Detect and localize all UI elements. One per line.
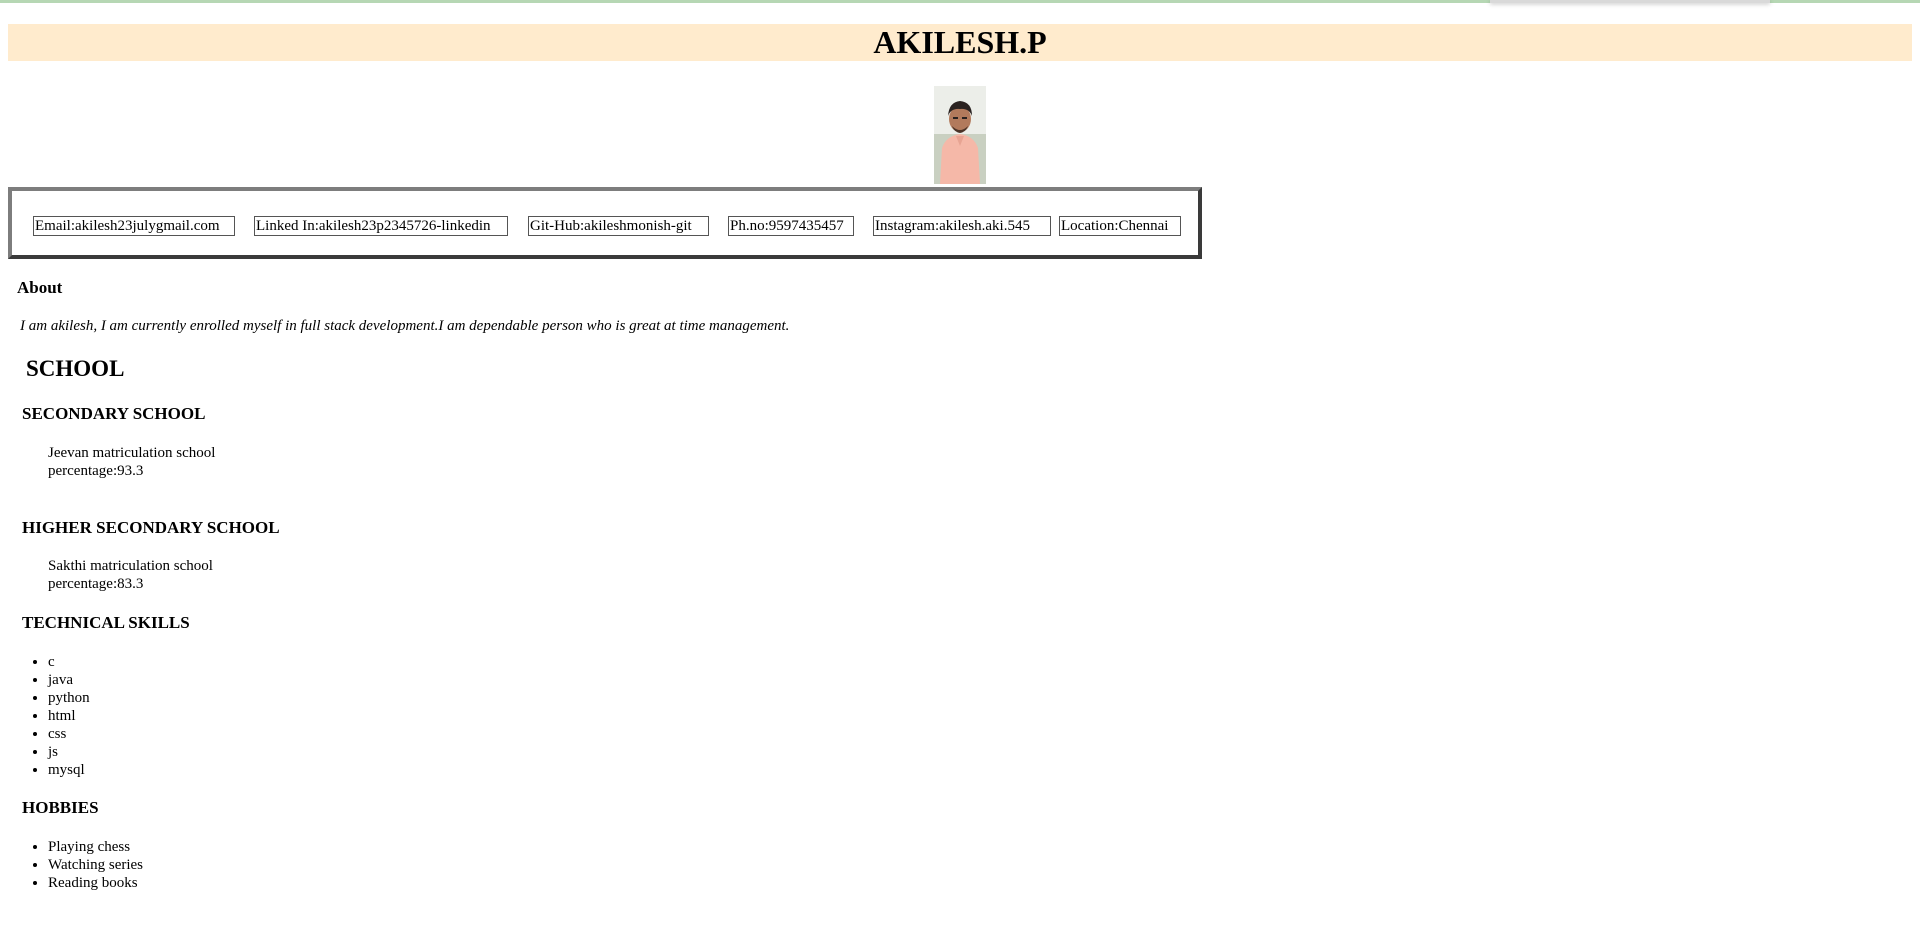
skill-item: mysql xyxy=(48,761,90,779)
hobby-item: Watching series xyxy=(48,856,143,874)
skill-item: js xyxy=(48,743,90,761)
about-heading: About xyxy=(17,278,63,297)
higher-secondary-percentage: percentage:83.3 xyxy=(48,576,144,592)
secondary-school-percentage: percentage:93.3 xyxy=(48,463,144,479)
higher-secondary-name: Sakthi matriculation school xyxy=(48,558,213,574)
contact-linkedin[interactable]: Linked In:akilesh23p2345726-linkedin xyxy=(254,216,508,236)
contact-location[interactable]: Location:Chennai xyxy=(1059,216,1181,236)
contact-bar: Email:akilesh23julygmail.com Linked In:a… xyxy=(8,187,1202,259)
skill-item: c xyxy=(48,653,90,671)
secondary-school-name: Jeevan matriculation school xyxy=(48,445,216,461)
skill-item: html xyxy=(48,707,90,725)
skill-item: python xyxy=(48,689,90,707)
contact-instagram[interactable]: Instagram:akilesh.aki.545 xyxy=(873,216,1051,236)
secondary-school-heading: SECONDARY SCHOOL xyxy=(22,404,206,423)
skill-item: java xyxy=(48,671,90,689)
skill-item: css xyxy=(48,725,90,743)
name-header: AKILESH.P xyxy=(8,24,1912,61)
technical-skills-heading: TECHNICAL SKILLS xyxy=(22,613,190,632)
hobbies-heading: HOBBIES xyxy=(22,798,99,817)
hobby-item: Playing chess xyxy=(48,838,143,856)
hobby-item: Reading books xyxy=(48,874,143,892)
browser-top-shadow xyxy=(1490,0,1770,3)
contact-github[interactable]: Git-Hub:akileshmonish-git xyxy=(528,216,709,236)
contact-phone[interactable]: Ph.no:9597435457 xyxy=(728,216,854,236)
about-text: I am akilesh, I am currently enrolled my… xyxy=(20,318,790,334)
page-title: AKILESH.P xyxy=(873,24,1047,60)
profile-photo xyxy=(934,86,986,184)
technical-skills-list: c java python html css js mysql xyxy=(0,653,90,779)
higher-secondary-heading: HIGHER SECONDARY SCHOOL xyxy=(22,518,280,537)
contact-email[interactable]: Email:akilesh23julygmail.com xyxy=(33,216,235,236)
hobbies-list: Playing chess Watching series Reading bo… xyxy=(0,838,143,892)
school-heading: SCHOOL xyxy=(26,356,125,381)
profile-photo-image xyxy=(934,86,986,184)
